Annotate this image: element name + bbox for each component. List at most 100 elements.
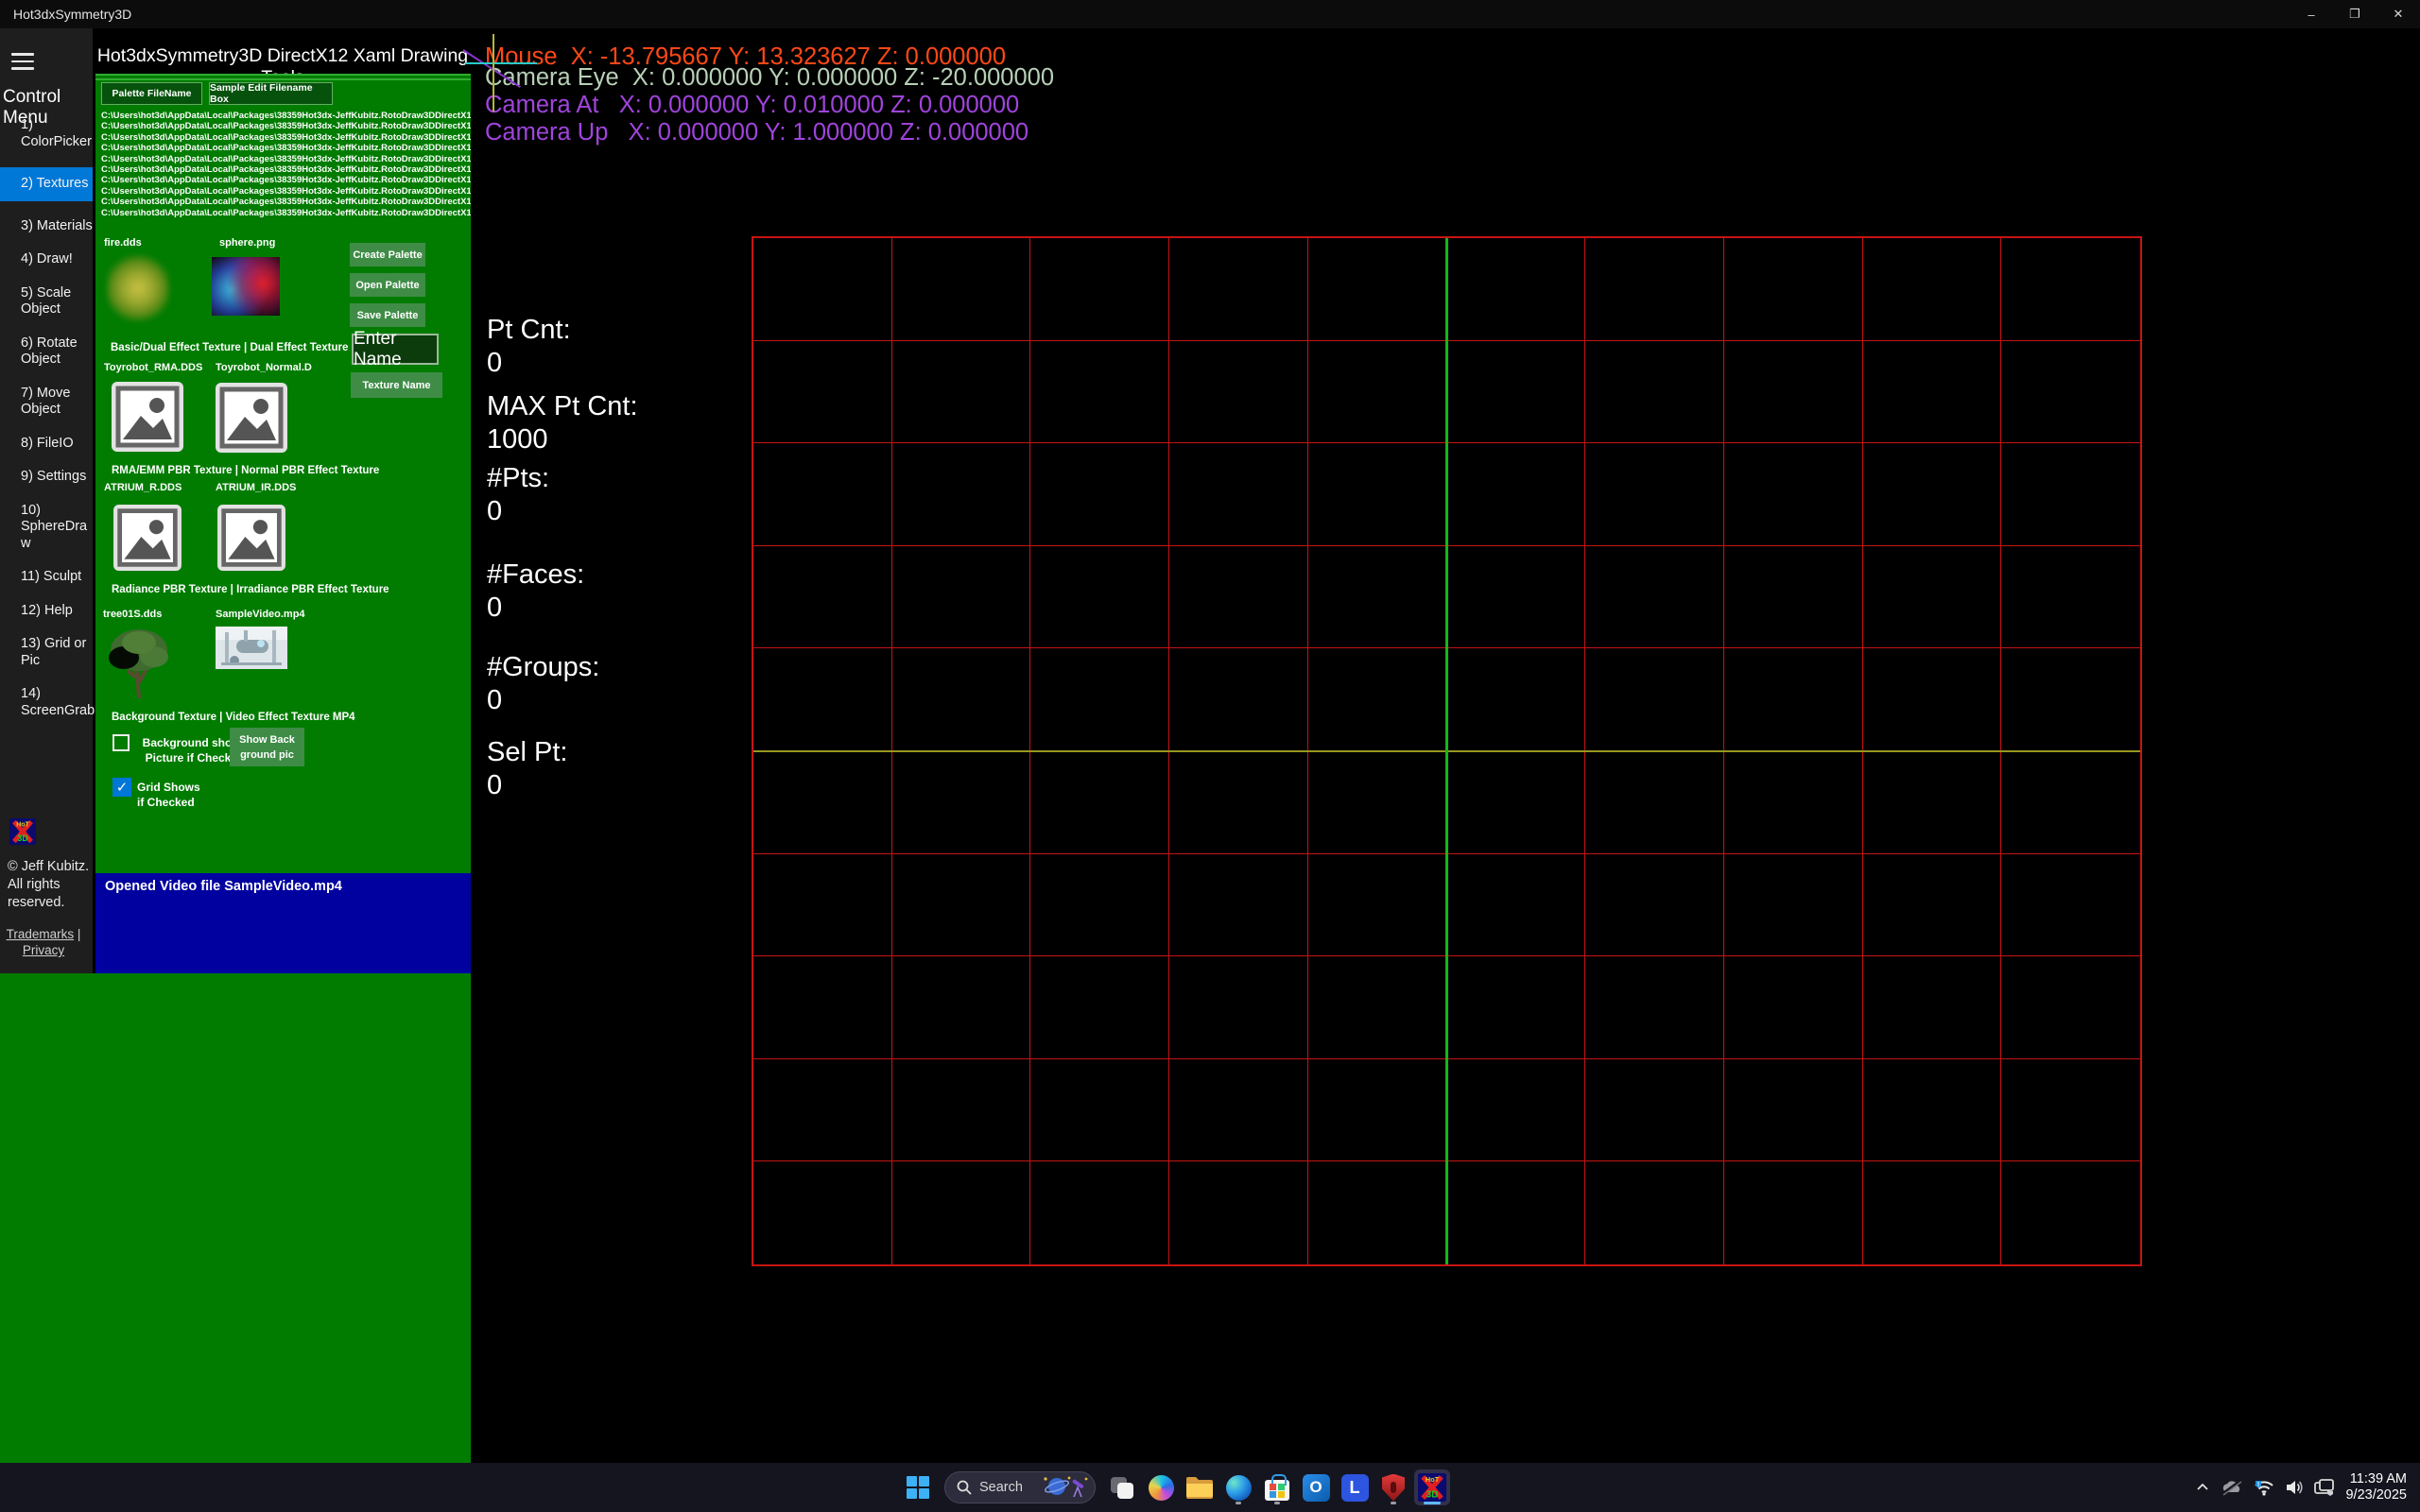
palette-name-input[interactable]: Enter Name [352,334,439,365]
sidebar-menu-item[interactable]: 11) Sculpt [0,569,93,586]
sidebar-menu-item[interactable]: 1) ColorPicker [0,117,93,150]
grid-cell[interactable] [1308,648,1447,751]
sidebar-menu-item[interactable]: 5) Scale Object [0,285,93,318]
grid-cell[interactable] [1030,1059,1169,1162]
grid-cell[interactable] [1446,956,1585,1059]
grid-cell[interactable] [1863,341,2002,444]
grid-cell[interactable] [1724,443,1863,546]
grid-cell[interactable] [2001,854,2140,957]
grid-cell[interactable] [1585,956,1724,1059]
grid-cell[interactable] [1308,1059,1447,1162]
grid-cell[interactable] [753,751,892,854]
grid-cell[interactable] [1446,546,1585,649]
grid-cell[interactable] [2001,443,2140,546]
show-background-pic-button[interactable]: Show Back ground pic [230,728,304,766]
grid-cell[interactable] [892,546,1031,649]
drawing-viewport[interactable]: Mouse X: -13.795667 Y: 13.323627 Z: 0.00… [471,28,2420,1463]
grid-cell[interactable] [1030,238,1169,341]
grid-cell[interactable] [1308,443,1447,546]
palette-tab[interactable]: Palette FileName [101,82,202,105]
video-texture-thumbnail[interactable] [216,627,287,669]
l-app-button[interactable]: L [1337,1469,1373,1505]
tree-texture-thumbnail[interactable] [105,626,173,699]
grid-cell[interactable] [1585,546,1724,649]
chevron-up-icon[interactable] [2195,1480,2210,1495]
grid-cell[interactable] [2001,341,2140,444]
grid-cell[interactable] [1169,341,1308,444]
grid-cell[interactable] [1169,546,1308,649]
grid-shows-checkbox[interactable]: ✓ [112,778,131,797]
grid-cell[interactable] [1169,1161,1308,1264]
grid-cell[interactable] [1446,341,1585,444]
file-list-row[interactable]: C:\Users\hot3d\AppData\Local\Packages\38… [101,175,471,185]
trademarks-link[interactable]: Trademarks [7,927,75,941]
grid-cell[interactable] [892,648,1031,751]
grid-cell[interactable] [1169,443,1308,546]
grid-cell[interactable] [1030,546,1169,649]
grid-cell[interactable] [1169,238,1308,341]
outlook-button[interactable]: O [1298,1469,1334,1505]
grid-cell[interactable] [2001,1059,2140,1162]
copilot-button[interactable] [1143,1469,1179,1505]
privacy-link[interactable]: Privacy [23,943,64,957]
grid-cell[interactable] [1030,854,1169,957]
sphere-texture-thumbnail[interactable] [212,257,280,316]
file-list-row[interactable]: C:\Users\hot3d\AppData\Local\Packages\38… [101,154,471,164]
sidebar-menu-item[interactable]: 6) Rotate Object [0,335,93,369]
grid-cell[interactable] [1724,1161,1863,1264]
sidebar-menu-item[interactable]: 7) Move Object [0,386,93,419]
grid-cell[interactable] [1308,956,1447,1059]
open-palette-button[interactable]: Open Palette [350,273,425,297]
grid-cell[interactable] [1030,1161,1169,1264]
maximize-button[interactable]: ❐ [2333,0,2377,28]
grid-cell[interactable] [1585,1161,1724,1264]
grid-cell[interactable] [1863,854,2002,957]
taskbar-clock[interactable]: 11:39 AM 9/23/2025 [2345,1471,2407,1503]
grid-cell[interactable] [1030,956,1169,1059]
grid-cell[interactable] [1446,648,1585,751]
grid-cell[interactable] [1169,854,1308,957]
grid-cell[interactable] [2001,956,2140,1059]
grid-cell[interactable] [1863,1161,2002,1264]
grid-cell[interactable] [1863,443,2002,546]
grid-cell[interactable] [1585,751,1724,854]
grid-cell[interactable] [1446,238,1585,341]
grid-cell[interactable] [1724,751,1863,854]
grid-cell[interactable] [1724,546,1863,649]
search-box[interactable]: Search [944,1471,1096,1503]
grid-cell[interactable] [1030,751,1169,854]
grid-cell[interactable] [1724,238,1863,341]
hot3dx-app-button[interactable]: HoT 3D [1414,1469,1450,1505]
grid-cell[interactable] [892,1161,1031,1264]
grid-cell[interactable] [2001,1161,2140,1264]
grid-cell[interactable] [753,1161,892,1264]
grid-cell[interactable] [1863,751,2002,854]
palette-tab[interactable]: Sample Edit Filename Box [209,82,333,105]
file-explorer-button[interactable] [1182,1469,1218,1505]
grid-cell[interactable] [1169,956,1308,1059]
wifi-secure-icon[interactable]: ! [2254,1479,2274,1496]
grid-cell[interactable] [1030,443,1169,546]
grid-cell[interactable] [753,238,892,341]
hamburger-menu-icon[interactable] [11,53,34,75]
sidebar-menu-item[interactable]: 13) Grid or Pic [0,636,93,669]
grid-cell[interactable] [1724,648,1863,751]
grid-cell[interactable] [1169,751,1308,854]
grid-cell[interactable] [1169,648,1308,751]
grid-cell[interactable] [892,341,1031,444]
grid-cell[interactable] [753,443,892,546]
start-button[interactable] [900,1469,936,1505]
file-list-row[interactable]: C:\Users\hot3d\AppData\Local\Packages\38… [101,132,471,143]
grid-cell[interactable] [892,443,1031,546]
grid-cell[interactable] [1724,956,1863,1059]
grid-cell[interactable] [1446,443,1585,546]
grid-cell[interactable] [1446,1161,1585,1264]
grid-cell[interactable] [1308,238,1447,341]
grid-cell[interactable] [1863,1059,2002,1162]
minimize-button[interactable]: – [2290,0,2333,28]
grid-cell[interactable] [1863,648,2002,751]
search-input[interactable]: Search [979,1480,1030,1495]
sidebar-menu-item[interactable]: 2) Textures [0,167,93,201]
grid-cell[interactable] [753,648,892,751]
grid-cell[interactable] [892,854,1031,957]
